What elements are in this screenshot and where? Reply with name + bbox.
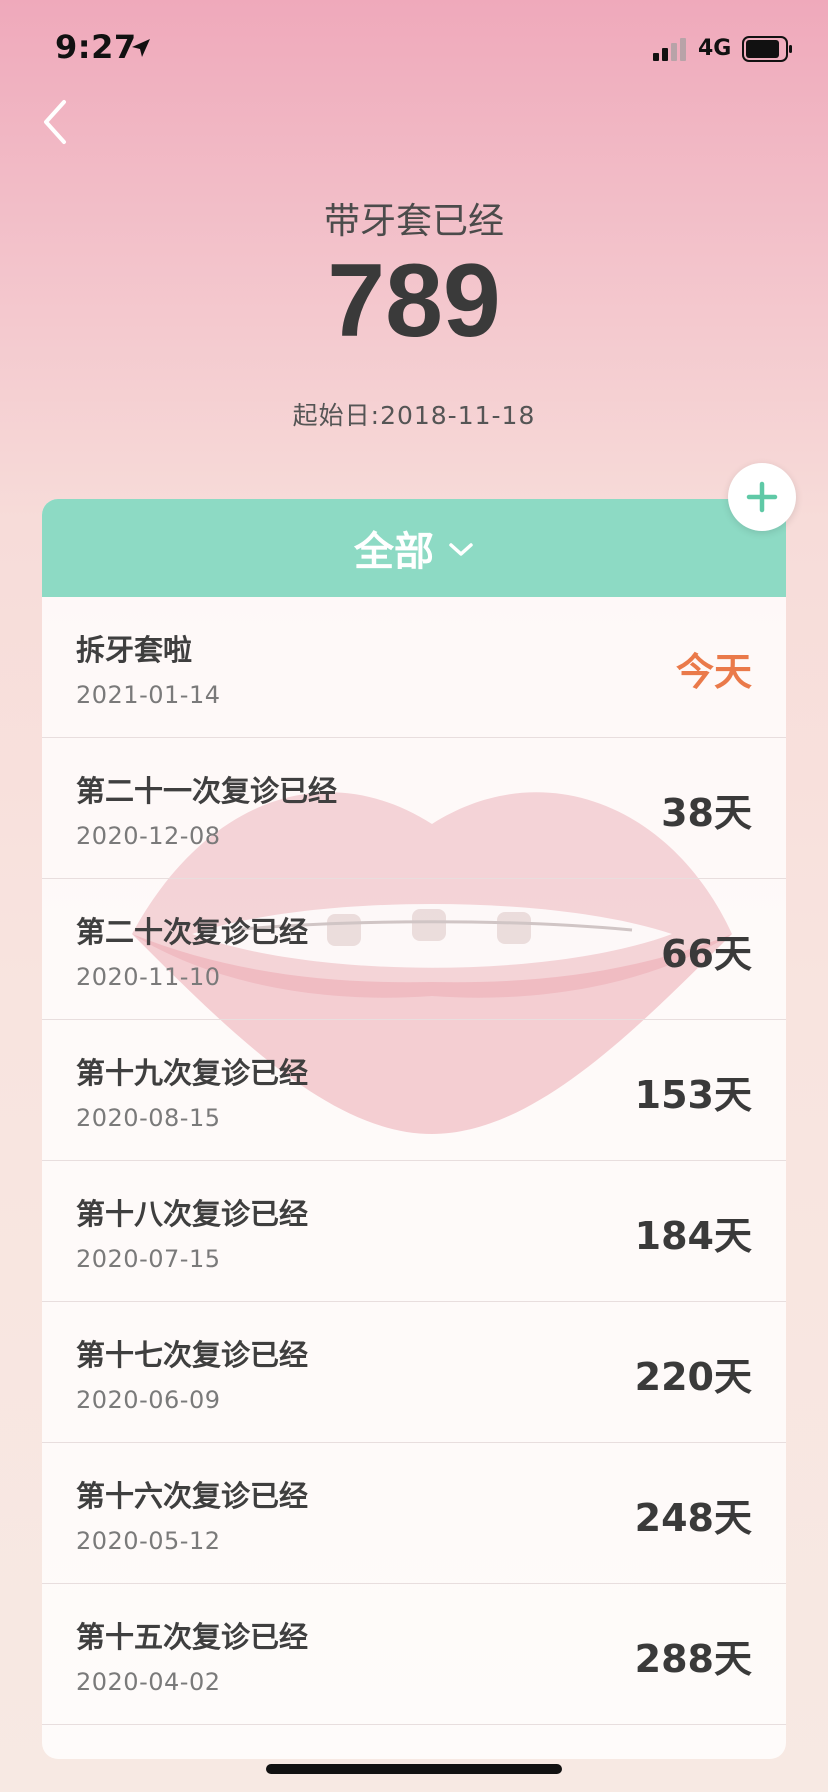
- record-row[interactable]: 拆牙套啦 2021-01-14 今天: [42, 597, 786, 738]
- chevron-left-icon: [44, 100, 66, 144]
- record-days: 248天: [634, 1496, 752, 1540]
- status-bar: 9:27 4G: [0, 0, 828, 100]
- record-title: 第十九次复诊已经: [76, 1056, 309, 1090]
- record-date: 2020-06-09: [76, 1386, 221, 1414]
- record-title: 第十六次复诊已经: [76, 1479, 309, 1513]
- records-list: 拆牙套啦 2021-01-14 今天 第二十一次复诊已经 2020-12-08 …: [42, 597, 786, 1725]
- plus-icon: [746, 481, 778, 513]
- signal-bars-icon: [653, 38, 686, 61]
- header-label: 带牙套已经: [323, 201, 504, 242]
- record-row[interactable]: 第十九次复诊已经 2020-08-15 153天: [42, 1020, 786, 1161]
- record-row[interactable]: 第十五次复诊已经 2020-04-02 288天: [42, 1584, 786, 1725]
- record-title: 第十七次复诊已经: [76, 1338, 309, 1372]
- record-date: 2020-07-15: [76, 1245, 221, 1273]
- location-arrow-icon: [132, 39, 150, 57]
- record-title: 第二十次复诊已经: [76, 915, 309, 949]
- records-card: 全部 拆牙套啦 2021-01-14 今天 第二十一次复诊已经 2020-12-…: [42, 499, 786, 1759]
- record-title: 拆牙套啦: [76, 633, 193, 667]
- filter-dropdown[interactable]: 全部: [42, 499, 786, 597]
- start-date: 起始日:2018-11-18: [292, 401, 536, 430]
- back-button[interactable]: [38, 96, 74, 148]
- record-days: 38天: [661, 791, 752, 835]
- record-days: 153天: [634, 1073, 752, 1117]
- chevron-down-icon: [449, 543, 473, 556]
- record-title: 第十五次复诊已经: [76, 1620, 309, 1654]
- record-date: 2020-12-08: [76, 822, 221, 850]
- record-days: 66天: [661, 932, 752, 976]
- record-title: 第十八次复诊已经: [76, 1197, 309, 1231]
- record-days: 288天: [634, 1637, 752, 1681]
- home-indicator[interactable]: [266, 1764, 562, 1774]
- total-day-count: 789: [327, 243, 501, 359]
- record-title: 第二十一次复诊已经: [76, 774, 338, 808]
- record-date: 2020-05-12: [76, 1527, 221, 1555]
- record-row[interactable]: 第二十一次复诊已经 2020-12-08 38天: [42, 738, 786, 879]
- record-row[interactable]: 第十八次复诊已经 2020-07-15 184天: [42, 1161, 786, 1302]
- record-date: 2020-04-02: [76, 1668, 221, 1696]
- record-date: 2020-08-15: [76, 1104, 221, 1132]
- record-row[interactable]: 第十六次复诊已经 2020-05-12 248天: [42, 1443, 786, 1584]
- filter-label: 全部: [354, 529, 434, 575]
- battery-icon: [742, 36, 792, 62]
- status-time: 9:27: [55, 28, 137, 66]
- network-type: 4G: [698, 36, 732, 61]
- record-date: 2020-11-10: [76, 963, 221, 991]
- record-days: 220天: [634, 1355, 752, 1399]
- record-date: 2021-01-14: [76, 681, 221, 709]
- record-row[interactable]: 第二十次复诊已经 2020-11-10 66天: [42, 879, 786, 1020]
- add-record-button[interactable]: [728, 463, 796, 531]
- record-days: 今天: [675, 650, 752, 694]
- record-days: 184天: [634, 1214, 752, 1258]
- record-row[interactable]: 第十七次复诊已经 2020-06-09 220天: [42, 1302, 786, 1443]
